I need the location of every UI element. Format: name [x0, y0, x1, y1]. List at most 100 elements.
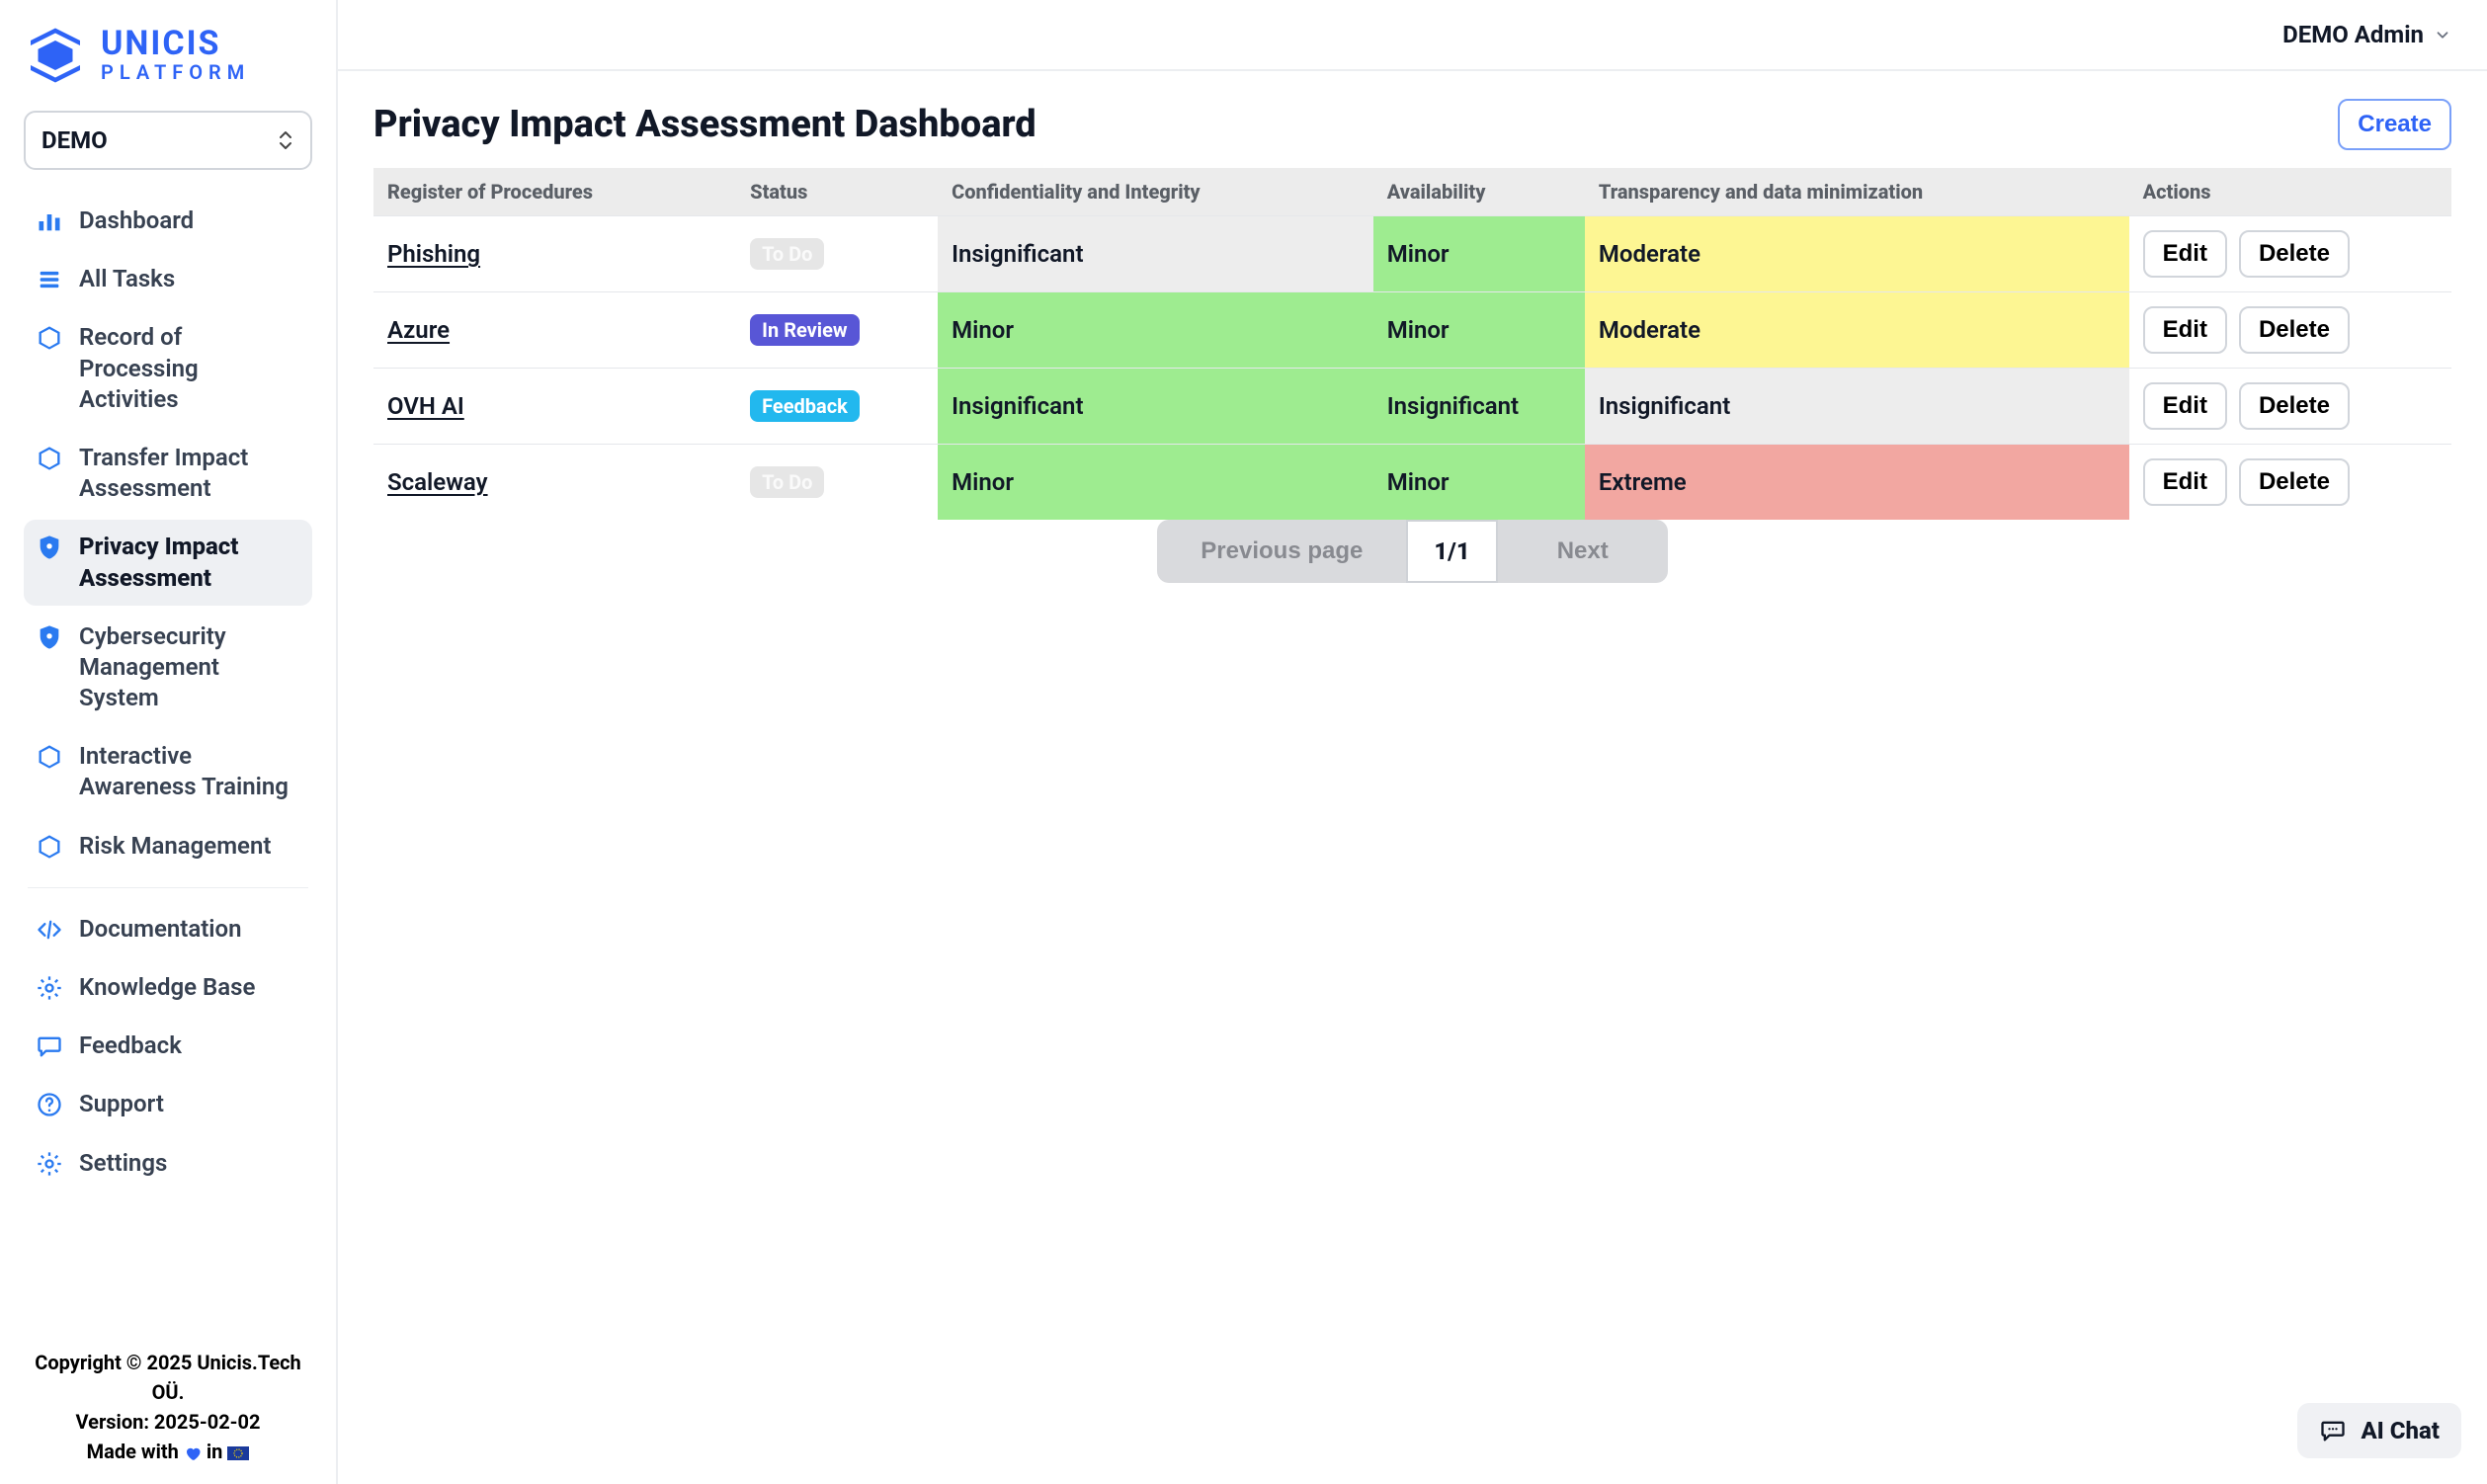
cube-icon [36, 743, 63, 771]
bars-icon [36, 207, 63, 235]
availability-cell: Minor [1373, 445, 1585, 521]
sidebar-item-feedback[interactable]: Feedback [24, 1019, 312, 1073]
shield-icon [36, 534, 63, 561]
status-badge: In Review [750, 314, 859, 346]
sidebar-separator [28, 887, 308, 888]
availability-cell: Minor [1373, 292, 1585, 369]
updown-icon [277, 129, 294, 151]
sidebar-item-privacy-impact-assessment[interactable]: Privacy Impact Assessment [24, 520, 312, 605]
gear-icon [36, 1150, 63, 1178]
status-badge: To Do [750, 466, 824, 498]
chat-icon [2319, 1417, 2347, 1444]
table-row: Azure In Review Minor Minor Moderate Edi… [373, 292, 2451, 369]
pager-next-button[interactable]: Next [1498, 520, 1668, 583]
sidebar-item-cybersecurity-management-system[interactable]: Cybersecurity Management System [24, 610, 312, 726]
create-button[interactable]: Create [2338, 99, 2451, 150]
sidebar-item-label: Risk Management [79, 831, 300, 862]
table-row: Phishing To Do Insignificant Minor Moder… [373, 216, 2451, 292]
register-link[interactable]: Phishing [387, 240, 480, 268]
ci-cell: Insignificant [938, 369, 1373, 445]
shield-icon [36, 623, 63, 651]
edit-button[interactable]: Edit [2143, 230, 2227, 278]
th-register: Register of Procedures [373, 168, 736, 216]
sidebar-item-label: Settings [79, 1148, 300, 1179]
transparency-cell: Extreme [1585, 445, 2129, 521]
sidebar-item-interactive-awareness-training[interactable]: Interactive Awareness Training [24, 729, 312, 814]
sidebar-item-label: Dashboard [79, 206, 300, 236]
footer-copyright: Copyright © 2025 Unicis.Tech OÜ. [26, 1348, 310, 1407]
availability-cell: Minor [1373, 216, 1585, 292]
stack-icon [36, 266, 63, 293]
sidebar-item-label: Cybersecurity Management System [79, 621, 300, 714]
availability-cell: Insignificant [1373, 369, 1585, 445]
pager: Previous page 1/1 Next [373, 520, 2451, 583]
sidebar-nav-secondary: Documentation Knowledge Base Feedback Suppo… [18, 896, 318, 1196]
table-row: Scaleway To Do Minor Minor Extreme Edit … [373, 445, 2451, 521]
sidebar-item-dashboard[interactable]: Dashboard [24, 194, 312, 248]
th-transparency: Transparency and data minimization [1585, 168, 2129, 216]
pager-current: 1/1 [1406, 520, 1497, 583]
team-selector-label: DEMO [41, 126, 108, 154]
content: Privacy Impact Assessment Dashboard Crea… [338, 71, 2487, 611]
user-menu-label: DEMO Admin [2282, 21, 2424, 48]
pia-table: Register of Procedures Status Confidenti… [373, 168, 2451, 520]
user-menu[interactable]: DEMO Admin [2282, 21, 2451, 48]
delete-button[interactable]: Delete [2239, 458, 2350, 506]
th-actions: Actions [2129, 168, 2451, 216]
edit-button[interactable]: Edit [2143, 382, 2227, 430]
brand-subname: PLATFORM [101, 60, 250, 84]
delete-button[interactable]: Delete [2239, 382, 2350, 430]
sidebar-item-documentation[interactable]: Documentation [24, 902, 312, 956]
brand-logo-icon [26, 26, 85, 85]
register-link[interactable]: Azure [387, 316, 450, 344]
team-selector[interactable]: DEMO [24, 111, 312, 170]
delete-button[interactable]: Delete [2239, 306, 2350, 354]
sidebar-item-label: Feedback [79, 1031, 300, 1061]
sidebar: UNICIS PLATFORM DEMO Dashboard All Tasks R… [0, 0, 338, 1484]
brand-text: UNICIS PLATFORM [101, 27, 250, 84]
chevron-down-icon [2434, 26, 2451, 43]
transparency-cell: Moderate [1585, 292, 2129, 369]
page-title: Privacy Impact Assessment Dashboard [373, 103, 1036, 146]
register-link[interactable]: Scaleway [387, 468, 488, 496]
footer-version: Version: 2025-02-02 [26, 1407, 310, 1437]
th-availability: Availability [1373, 168, 1585, 216]
code-icon [36, 916, 63, 944]
sidebar-item-knowledge-base[interactable]: Knowledge Base [24, 960, 312, 1015]
table-row: OVH AI Feedback Insignificant Insignific… [373, 369, 2451, 445]
topbar: DEMO Admin [338, 0, 2487, 71]
main: DEMO Admin Privacy Impact Assessment Das… [338, 0, 2487, 1484]
gear-icon [36, 974, 63, 1002]
sidebar-item-label: Transfer Impact Assessment [79, 443, 300, 504]
edit-button[interactable]: Edit [2143, 458, 2227, 506]
sidebar-item-support[interactable]: Support [24, 1077, 312, 1131]
sidebar-item-risk-management[interactable]: Risk Management [24, 819, 312, 873]
ai-chat-label: AI Chat [2361, 1417, 2440, 1444]
cube-icon [36, 445, 63, 472]
help-icon [36, 1091, 63, 1118]
sidebar-item-label: Interactive Awareness Training [79, 741, 300, 802]
sidebar-item-label: All Tasks [79, 264, 300, 294]
delete-button[interactable]: Delete [2239, 230, 2350, 278]
transparency-cell: Moderate [1585, 216, 2129, 292]
sidebar-item-settings[interactable]: Settings [24, 1136, 312, 1191]
sidebar-item-label: Knowledge Base [79, 972, 300, 1003]
sidebar-item-all-tasks[interactable]: All Tasks [24, 252, 312, 306]
sidebar-item-label: Documentation [79, 914, 300, 945]
brand-name: UNICIS [101, 27, 250, 60]
chat-icon [36, 1032, 63, 1060]
sidebar-item-record-of-processing-activities[interactable]: Record of Processing Activities [24, 310, 312, 427]
pager-prev-button[interactable]: Previous page [1157, 520, 1406, 583]
cube-icon [36, 833, 63, 861]
sidebar-item-transfer-impact-assessment[interactable]: Transfer Impact Assessment [24, 431, 312, 516]
th-status: Status [736, 168, 938, 216]
ai-chat-button[interactable]: AI Chat [2297, 1403, 2461, 1458]
cube-icon [36, 324, 63, 352]
ci-cell: Minor [938, 445, 1373, 521]
status-badge: Feedback [750, 390, 860, 422]
footer-madewith: Made with in [26, 1437, 310, 1466]
register-link[interactable]: OVH AI [387, 392, 464, 420]
brand: UNICIS PLATFORM [18, 20, 318, 103]
edit-button[interactable]: Edit [2143, 306, 2227, 354]
sidebar-item-label: Support [79, 1089, 300, 1119]
